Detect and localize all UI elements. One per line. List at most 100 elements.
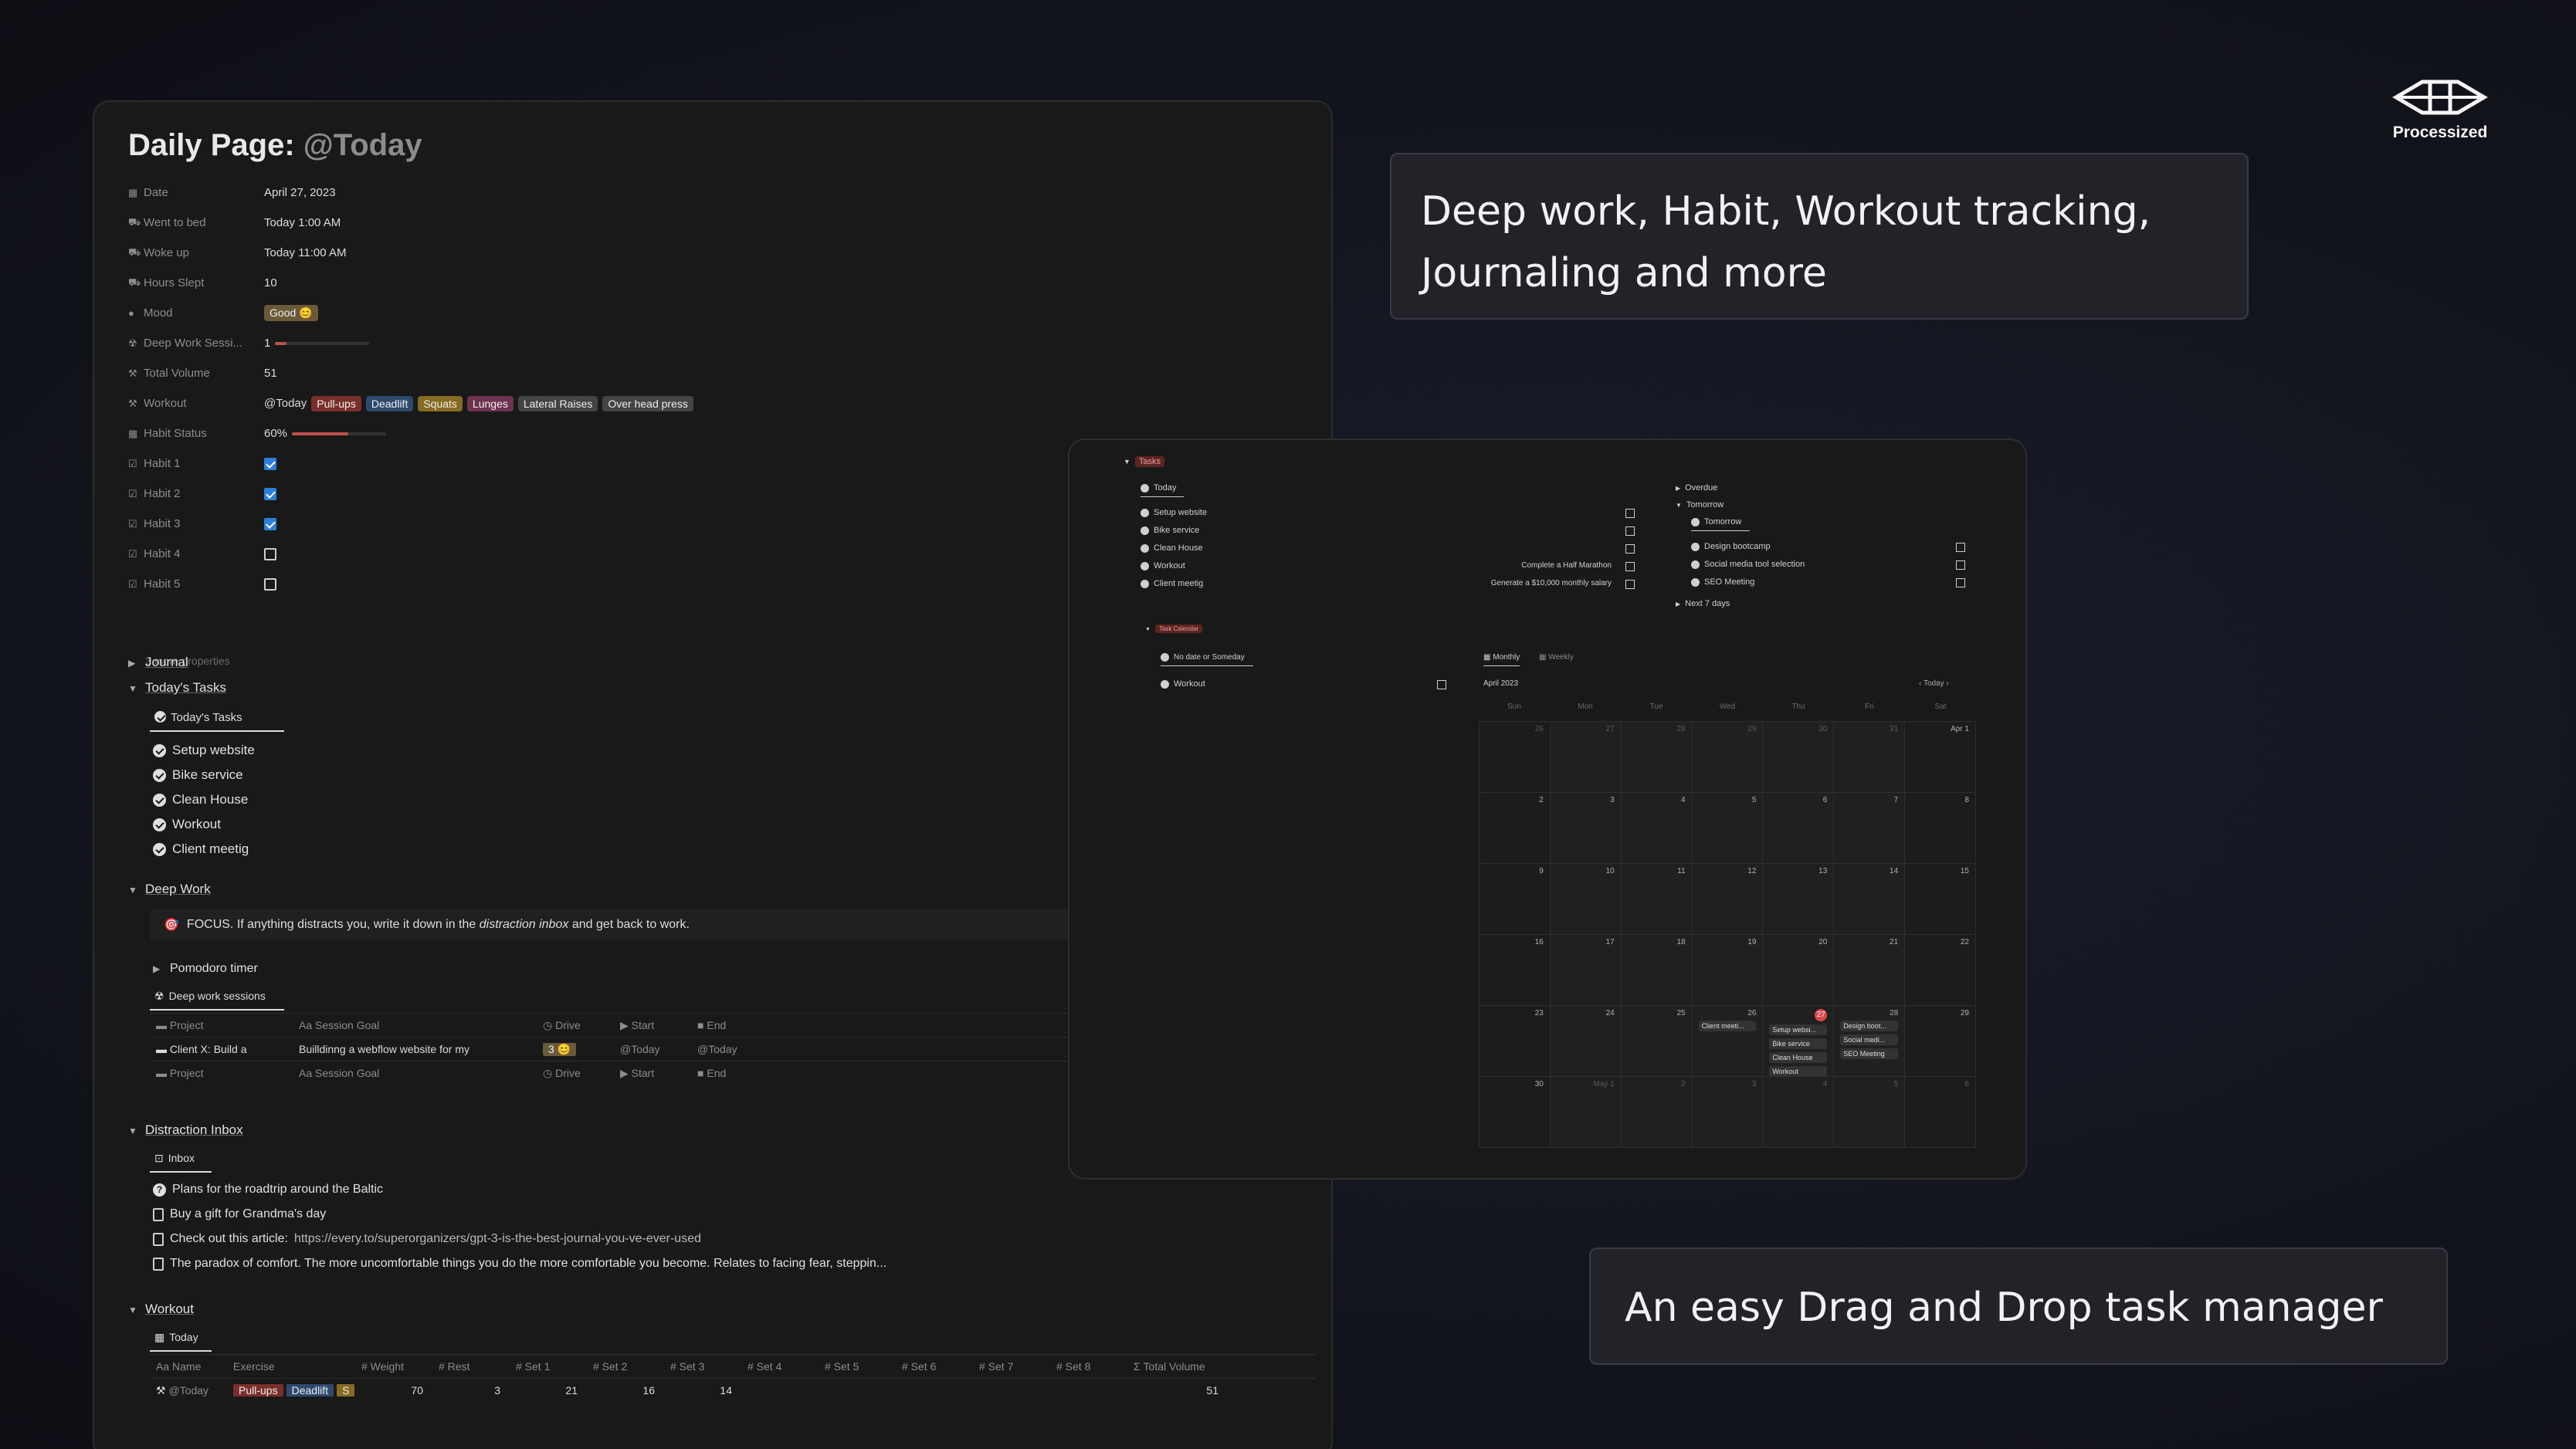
calendar-day[interactable]: 3	[1550, 793, 1622, 864]
calendar-day[interactable]: 21	[1834, 935, 1906, 1006]
calendar-day[interactable]: 6	[1763, 793, 1835, 864]
distraction-inbox-toggle[interactable]: ▼ Distraction Inbox	[128, 1122, 243, 1138]
calendar-day[interactable]: 27	[1550, 722, 1622, 793]
task-item[interactable]: Workout Complete a Half Marathon	[1141, 561, 1635, 571]
list-item[interactable]: Setup website	[153, 743, 255, 758]
task-checkbox[interactable]	[1625, 562, 1635, 571]
calendar-day[interactable]: 11	[1621, 864, 1693, 935]
calendar-day[interactable]: 12	[1692, 864, 1764, 935]
property-value[interactable]: Today 11:00 AM	[264, 246, 346, 259]
calendar-day[interactable]: 2	[1621, 1077, 1693, 1148]
calendar-day[interactable]: 19	[1692, 935, 1764, 1006]
habit-checkbox[interactable]	[264, 577, 276, 591]
list-item[interactable]: Check out this article: https://every.to/…	[153, 1232, 701, 1246]
calendar-event[interactable]: SEO Meeting	[1840, 1048, 1899, 1059]
habit-checkbox[interactable]	[264, 547, 276, 560]
tab-tomorrow[interactable]: Tomorrow	[1691, 517, 1750, 531]
calendar-event[interactable]: Workout	[1769, 1066, 1828, 1077]
task-item[interactable]: Workout	[1161, 679, 1446, 689]
calendar-day[interactable]: 15	[1905, 864, 1976, 935]
task-checkbox[interactable]	[1956, 560, 1965, 570]
calendar-day[interactable]: 30	[1480, 1077, 1551, 1148]
calendar-day[interactable]: 29	[1692, 722, 1764, 793]
calendar-day[interactable]: 22	[1905, 935, 1976, 1006]
tab-inbox[interactable]: ⊡ Inbox	[150, 1152, 212, 1173]
property-value[interactable]: April 27, 2023	[264, 186, 336, 199]
task-calendar-toggle[interactable]: ▼ Task Calendar	[1145, 624, 1203, 633]
calendar-day[interactable]: 7	[1834, 793, 1906, 864]
todays-tasks-title[interactable]: Today's Tasks	[145, 680, 226, 695]
calendar-day[interactable]: 29	[1905, 1006, 1976, 1077]
view-weekly[interactable]: ▦ Weekly	[1539, 653, 1574, 662]
calendar-day[interactable]: 14	[1834, 864, 1906, 935]
calendar-day[interactable]: 27 Setup websi... Bike service Clean House W…	[1763, 1006, 1835, 1091]
property-value[interactable]	[264, 577, 276, 591]
today-button[interactable]: Today	[1924, 679, 1944, 688]
deep-work-title[interactable]: Deep Work	[145, 882, 211, 896]
task-item[interactable]: Design bootcamp	[1691, 542, 1965, 552]
calendar-day[interactable]: 17	[1550, 935, 1622, 1006]
calendar-day[interactable]: 26 Client meeti...	[1692, 1006, 1764, 1077]
article-link[interactable]: https://every.to/superorganizers/gpt-3-i…	[294, 1232, 701, 1246]
list-item[interactable]: Workout	[153, 817, 221, 832]
calendar-day[interactable]: 13	[1763, 864, 1835, 935]
property-value[interactable]	[264, 457, 276, 470]
calendar-day[interactable]: 16	[1480, 935, 1551, 1006]
property-value[interactable]	[264, 487, 276, 500]
tab-deep-work-sessions[interactable]: ☢ Deep work sessions	[150, 990, 284, 1011]
list-item[interactable]: The paradox of comfort. The more uncomfo…	[153, 1257, 886, 1271]
calendar-day[interactable]: 5	[1834, 1077, 1906, 1148]
task-item[interactable]: Setup website	[1141, 508, 1635, 518]
list-item[interactable]: Clean House	[153, 792, 248, 807]
task-item[interactable]: Social media tool selection	[1691, 560, 1965, 570]
calendar-day[interactable]: 9	[1480, 864, 1551, 935]
calendar-day[interactable]: 5	[1692, 793, 1764, 864]
workout-toggle[interactable]: ▼ Workout	[128, 1302, 194, 1317]
list-item[interactable]: ? Plans for the roadtrip around the Balti…	[153, 1183, 383, 1197]
calendar-day[interactable]: 23	[1480, 1006, 1551, 1077]
property-value[interactable]: @Today Pull-ups Deadlift Squats Lunges Latera…	[264, 395, 693, 411]
list-item[interactable]: Bike service	[153, 767, 243, 783]
property-value[interactable]: Today 1:00 AM	[264, 216, 341, 229]
calendar-day[interactable]: 18	[1621, 935, 1693, 1006]
property-value[interactable]: 10	[264, 276, 277, 289]
calendar-day[interactable]: 6	[1905, 1077, 1976, 1148]
property-value[interactable]: 60%	[264, 427, 387, 440]
calendar-day[interactable]: 25	[1621, 1006, 1693, 1077]
pomodoro-toggle[interactable]: ▶ Pomodoro timer	[153, 962, 258, 976]
tab-workout-today[interactable]: ▦ Today	[150, 1331, 212, 1352]
calendar-event[interactable]: Client meeti...	[1698, 1021, 1757, 1031]
task-item[interactable]: Client meetig Generate a $10,000 monthly …	[1141, 579, 1635, 589]
calendar-event[interactable]: Design boot...	[1840, 1021, 1899, 1031]
calendar-event[interactable]: Clean House	[1769, 1052, 1828, 1063]
task-checkbox[interactable]	[1625, 509, 1635, 518]
journal-title[interactable]: Journal	[145, 655, 188, 669]
calendar-event[interactable]: Setup websi...	[1769, 1024, 1828, 1035]
table-row[interactable]: ⚒ @Today Pull-ups Deadlift S 70 3 21 16 14…	[150, 1378, 1316, 1402]
calendar-day[interactable]: 4	[1763, 1077, 1835, 1148]
task-checkbox[interactable]	[1625, 580, 1635, 589]
tomorrow-toggle[interactable]: ▼ Tomorrow	[1676, 500, 1724, 510]
list-item[interactable]: Buy a gift for Grandma's day	[153, 1207, 326, 1221]
task-checkbox[interactable]	[1956, 543, 1965, 552]
chevron-right-icon[interactable]: ›	[1944, 679, 1948, 688]
calendar-day[interactable]: 3	[1692, 1077, 1764, 1148]
distraction-inbox-title[interactable]: Distraction Inbox	[145, 1122, 243, 1137]
tab-no-date[interactable]: No date or Someday	[1161, 653, 1253, 667]
calendar-day[interactable]: 26	[1480, 722, 1551, 793]
calendar-day[interactable]: 2	[1480, 793, 1551, 864]
calendar-day[interactable]: 28	[1621, 722, 1693, 793]
calendar-event[interactable]: Bike service	[1769, 1038, 1828, 1049]
property-value[interactable]	[264, 547, 276, 560]
calendar-day[interactable]: 24	[1550, 1006, 1622, 1077]
calendar-day[interactable]: May 1	[1550, 1077, 1622, 1148]
view-monthly[interactable]: ▦ Monthly	[1483, 653, 1520, 666]
todays-tasks-toggle[interactable]: ▼ Today's Tasks	[128, 680, 226, 696]
property-value[interactable]: Good 😊	[264, 305, 318, 321]
task-checkbox[interactable]	[1437, 680, 1446, 689]
habit-checkbox[interactable]	[264, 517, 276, 530]
calendar-day[interactable]: Apr 1	[1905, 722, 1976, 793]
title-mention[interactable]: @Today	[303, 128, 422, 162]
tab-today[interactable]: Today	[1141, 483, 1184, 497]
habit-checkbox[interactable]	[264, 457, 276, 470]
